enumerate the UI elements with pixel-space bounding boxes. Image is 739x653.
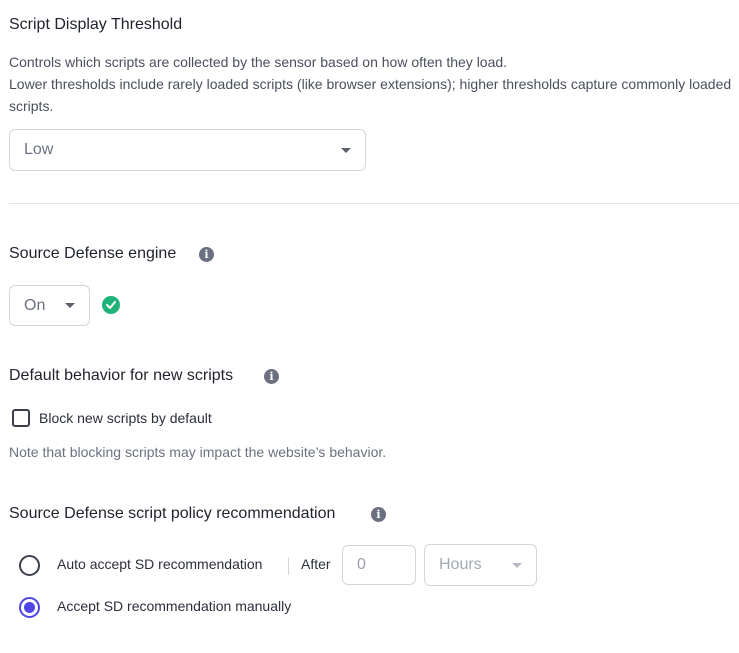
- chevron-down-icon: [341, 147, 351, 153]
- info-icon[interactable]: i: [264, 369, 279, 384]
- threshold-description-line-1: Controls which scripts are collected by …: [9, 54, 508, 70]
- threshold-select-value: Low: [24, 141, 54, 158]
- manual-accept-label[interactable]: Accept SD recommendation manually: [57, 598, 291, 614]
- blocking-note: Note that blocking scripts may impact th…: [9, 444, 387, 460]
- threshold-description: Controls which scripts are collected by …: [9, 51, 737, 117]
- block-new-scripts-label[interactable]: Block new scripts by default: [39, 410, 212, 426]
- chevron-down-icon: [512, 562, 522, 568]
- manual-accept-radio[interactable]: [19, 597, 40, 618]
- threshold-description-line-2: Lower thresholds include rarely loaded s…: [9, 76, 732, 114]
- check-circle-icon: [102, 296, 120, 314]
- block-new-scripts-checkbox[interactable]: [12, 409, 30, 427]
- chevron-down-icon: [65, 303, 75, 308]
- after-value-placeholder: 0: [357, 556, 366, 573]
- time-unit-value: Hours: [439, 556, 482, 573]
- section-divider: [9, 203, 739, 204]
- info-icon[interactable]: i: [199, 247, 214, 262]
- after-label: After: [301, 556, 331, 572]
- auto-accept-label[interactable]: Auto accept SD recommendation: [57, 556, 262, 572]
- time-unit-select[interactable]: Hours: [424, 544, 537, 586]
- separator: [288, 557, 289, 575]
- default-behavior-title: Default behavior for new scripts: [9, 367, 234, 384]
- policy-title: Source Defense script policy recommendat…: [9, 505, 336, 522]
- radio-selected-dot: [24, 602, 35, 613]
- after-value-input[interactable]: 0: [342, 545, 416, 585]
- threshold-select[interactable]: Low: [9, 129, 366, 171]
- engine-select[interactable]: On: [9, 285, 90, 326]
- engine-title: Source Defense engine: [9, 245, 177, 262]
- threshold-title: Script Display Threshold: [9, 16, 183, 33]
- auto-accept-radio[interactable]: [19, 555, 40, 576]
- info-icon[interactable]: i: [371, 507, 386, 522]
- engine-select-value: On: [24, 296, 46, 314]
